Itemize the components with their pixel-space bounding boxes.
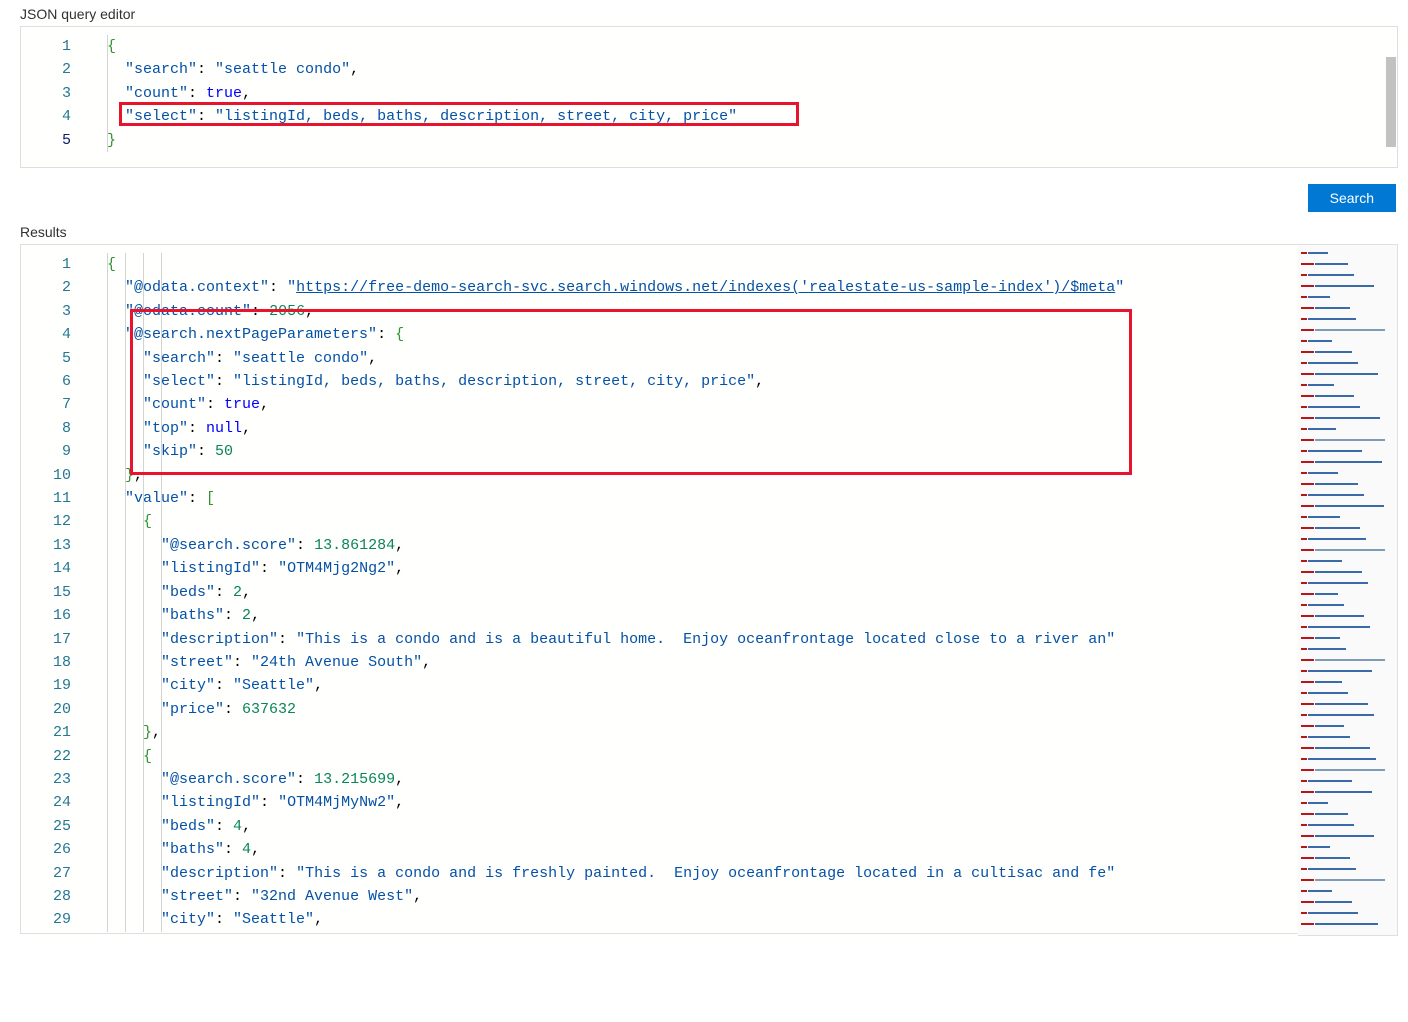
minimap[interactable] bbox=[1298, 244, 1398, 936]
results-gutter: 1234567891011121314151617181920212223242… bbox=[21, 245, 89, 934]
query-code[interactable]: { "search": "seattle condo", "count": tr… bbox=[89, 27, 1397, 160]
search-button[interactable]: Search bbox=[1308, 184, 1396, 212]
query-editor-label: JSON query editor bbox=[20, 0, 1398, 26]
query-gutter: 12345 bbox=[21, 27, 89, 160]
results-label: Results bbox=[20, 218, 1398, 244]
query-editor[interactable]: 12345 { "search": "seattle condo", "coun… bbox=[20, 26, 1398, 168]
results-code: { "@odata.context": "https://free-demo-s… bbox=[89, 245, 1298, 934]
scrollbar-thumb[interactable] bbox=[1386, 57, 1396, 147]
results-editor[interactable]: 1234567891011121314151617181920212223242… bbox=[20, 244, 1298, 934]
